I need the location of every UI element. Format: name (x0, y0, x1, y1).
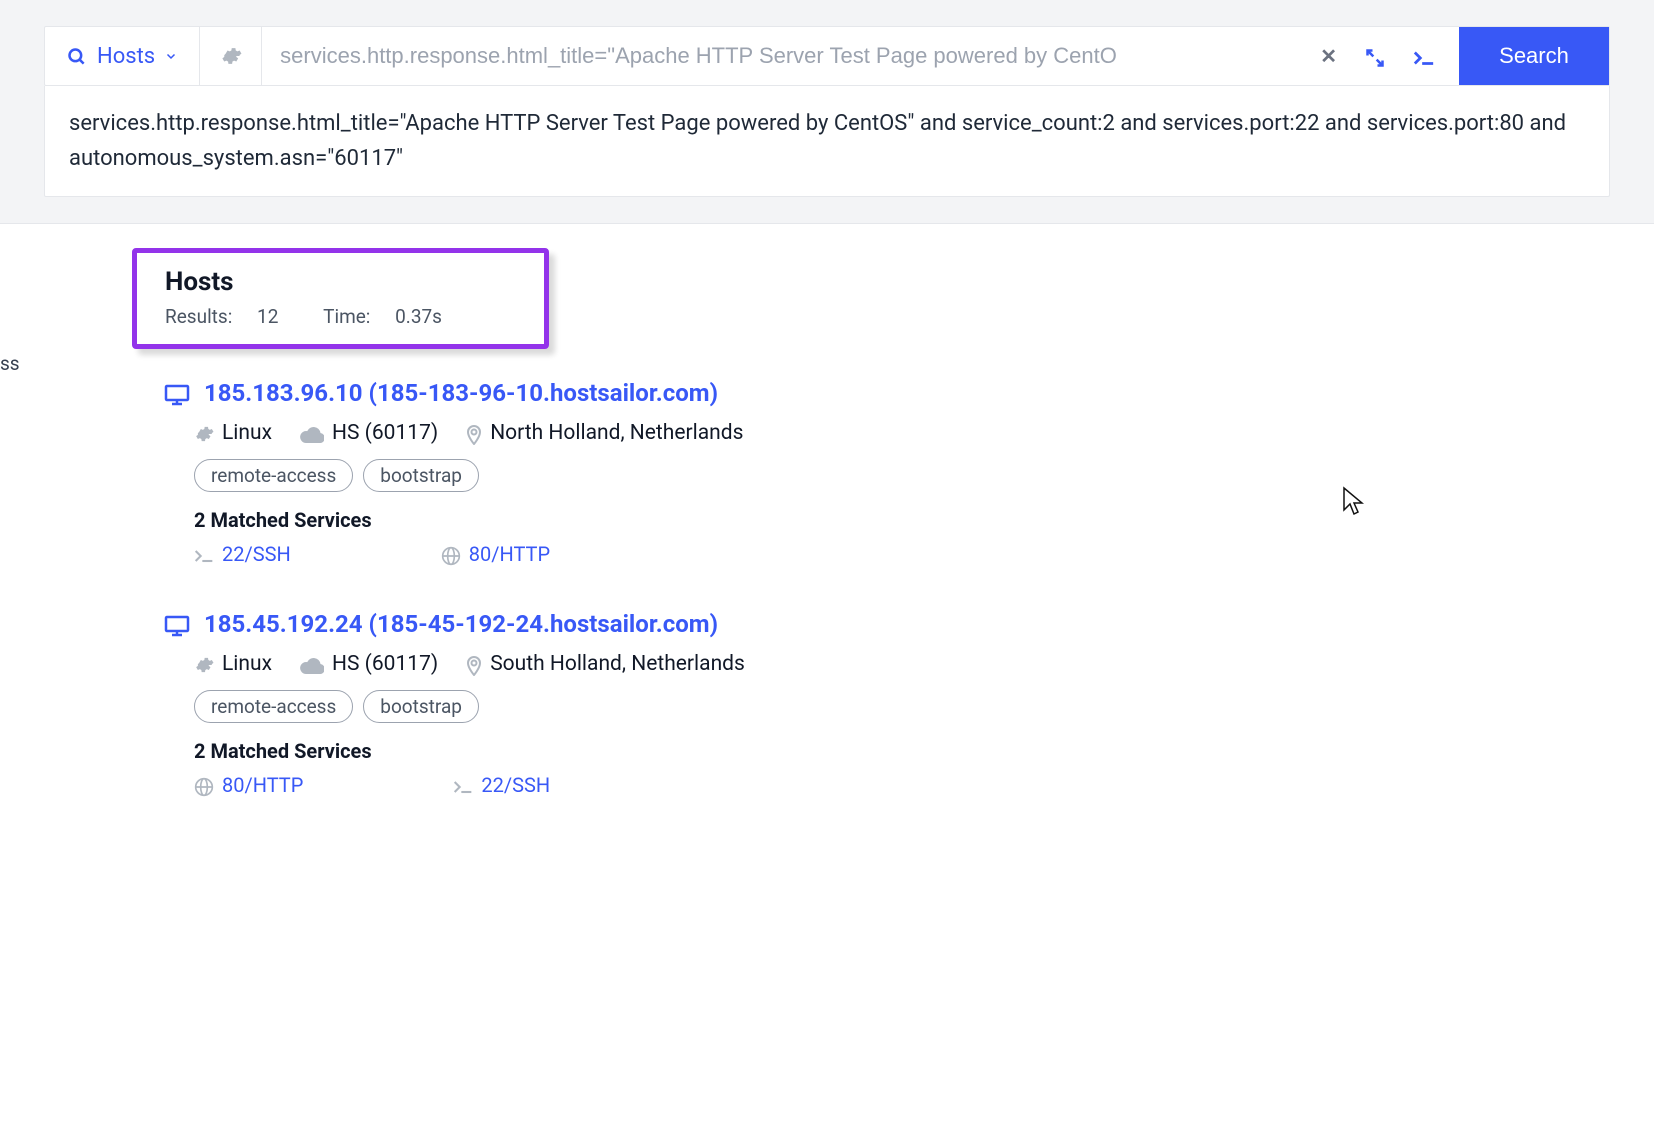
results-area: Hosts Results: 12 Time: 0.37s 185.183.96… (0, 224, 1654, 1127)
globe-icon (194, 773, 214, 797)
result-tag[interactable]: bootstrap (363, 690, 479, 723)
service-item: 80/HTTP (194, 773, 303, 797)
services-row: 22/SSH 80/HTTP (194, 542, 1654, 566)
service-item: 22/SSH (453, 773, 550, 797)
service-item: 80/HTTP (441, 542, 550, 566)
gear-icon (220, 45, 242, 67)
result-item: 185.45.192.24 (185-45-192-24.hostsailor.… (164, 610, 1654, 797)
service-link[interactable]: 22/SSH (481, 773, 550, 797)
results-time-label: Time: (323, 305, 370, 328)
result-title: 185.183.96.10 (185-183-96-10.hostsailor.… (164, 379, 1654, 407)
search-button[interactable]: Search (1459, 27, 1609, 85)
service-item: 22/SSH (194, 542, 291, 566)
result-meta-row: Linux HS (60117) North Holland, Netherland… (194, 421, 1654, 445)
result-ip-link[interactable]: 185.45.192.24 (185-45-192-24.hostsailor.… (204, 610, 718, 638)
result-ip: 185.183.96.10 (204, 379, 363, 407)
terminal-icon[interactable] (1413, 44, 1435, 68)
result-asn[interactable]: HS (60117) (300, 421, 438, 445)
cloud-icon (300, 652, 324, 676)
service-link[interactable]: 80/HTTP (469, 542, 550, 566)
result-tag[interactable]: remote-access (194, 459, 353, 492)
monitor-icon (164, 610, 190, 638)
globe-icon (441, 542, 461, 566)
results-heading: Hosts (165, 267, 482, 297)
expanded-query-box[interactable]: services.http.response.html_title="Apach… (44, 86, 1610, 197)
result-tags: remote-access bootstrap (194, 690, 1654, 723)
monitor-icon (164, 379, 190, 407)
results-count-label: Results: (165, 305, 232, 328)
left-nav-fragment: ss (0, 352, 20, 375)
result-list: 185.183.96.10 (185-183-96-10.hostsailor.… (132, 349, 1654, 797)
cloud-icon (300, 421, 324, 445)
terminal-icon (194, 542, 214, 566)
clear-icon[interactable]: ✕ (1320, 44, 1337, 68)
search-settings-button[interactable] (200, 27, 262, 85)
collapse-icon[interactable] (1365, 44, 1385, 68)
result-meta-row: Linux HS (60117) South Holland, Netherland… (194, 652, 1654, 676)
search-mode-selector[interactable]: Hosts (45, 27, 200, 85)
search-input[interactable] (280, 43, 1278, 69)
result-tags: remote-access bootstrap (194, 459, 1654, 492)
search-input-wrapper (262, 27, 1296, 85)
results-summary-highlight: Hosts Results: 12 Time: 0.37s (132, 248, 549, 349)
result-title: 185.45.192.24 (185-45-192-24.hostsailor.… (164, 610, 1654, 638)
result-item: 185.183.96.10 (185-183-96-10.hostsailor.… (164, 379, 1654, 566)
service-link[interactable]: 22/SSH (222, 542, 291, 566)
result-tag[interactable]: remote-access (194, 690, 353, 723)
results-count-value: 12 (257, 305, 278, 328)
result-asn[interactable]: HS (60117) (300, 652, 438, 676)
search-bar: Hosts ✕ Search (44, 26, 1610, 86)
gear-icon (194, 421, 214, 445)
result-location[interactable]: South Holland, Netherlands (466, 652, 745, 676)
result-hostname: (185-183-96-10.hostsailor.com) (369, 379, 718, 407)
search-mode-label: Hosts (97, 44, 155, 69)
result-tag[interactable]: bootstrap (363, 459, 479, 492)
terminal-icon (453, 773, 473, 797)
results-time-value: 0.37s (395, 305, 442, 328)
services-row: 80/HTTP 22/SSH (194, 773, 1654, 797)
results-stats: Results: 12 Time: 0.37s (165, 305, 482, 328)
result-hostname: (185-45-192-24.hostsailor.com) (369, 610, 718, 638)
result-os[interactable]: Linux (194, 421, 272, 445)
pin-icon (466, 421, 482, 445)
gear-icon (194, 652, 214, 676)
matched-services-label: 2 Matched Services (194, 508, 1654, 532)
result-os[interactable]: Linux (194, 652, 272, 676)
result-ip-link[interactable]: 185.183.96.10 (185-183-96-10.hostsailor.… (204, 379, 718, 407)
search-icon (67, 44, 87, 69)
result-ip: 185.45.192.24 (204, 610, 363, 638)
pin-icon (466, 652, 482, 676)
chevron-down-icon (165, 48, 177, 64)
result-location[interactable]: North Holland, Netherlands (466, 421, 743, 445)
search-input-actions: ✕ (1296, 27, 1459, 85)
search-bar-area: Hosts ✕ Search services.http.response.ht… (0, 0, 1654, 224)
matched-services-label: 2 Matched Services (194, 739, 1654, 763)
service-link[interactable]: 80/HTTP (222, 773, 303, 797)
